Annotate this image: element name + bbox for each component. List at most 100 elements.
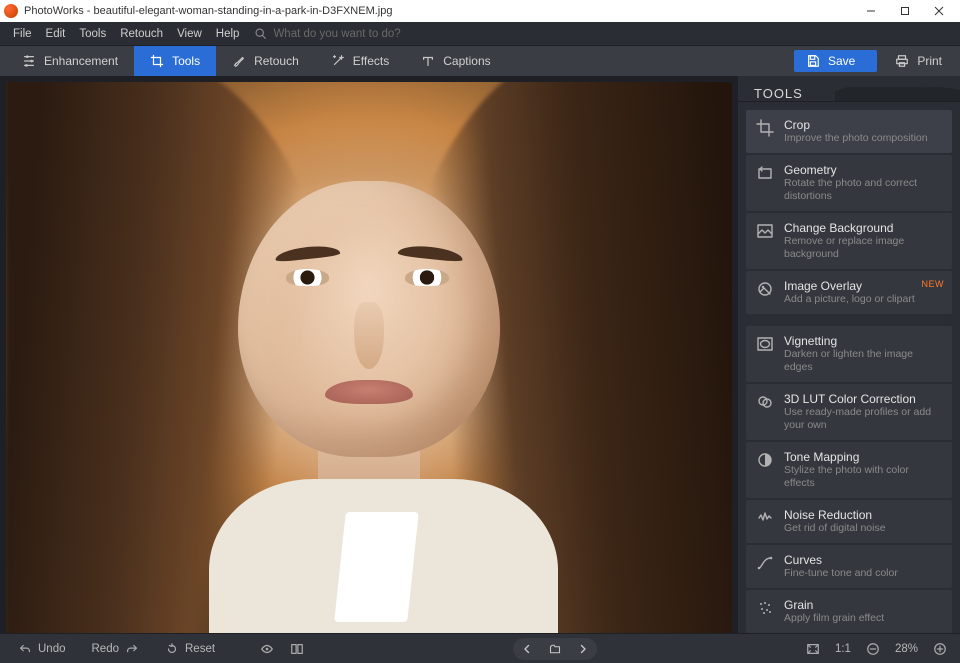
menubar: File Edit Tools Retouch View Help	[0, 22, 960, 46]
canvas-area[interactable]	[0, 76, 738, 633]
crop-icon	[150, 54, 164, 68]
reset-icon	[165, 642, 179, 656]
search-input[interactable]	[273, 28, 433, 40]
sliders-icon	[22, 54, 36, 68]
tab-captions[interactable]: Captions	[405, 46, 506, 76]
prev-image-button[interactable]	[513, 638, 541, 660]
save-button[interactable]: Save	[794, 50, 877, 72]
next-image-button[interactable]	[569, 638, 597, 660]
document-filename: beautiful-elegant-woman-standing-in-a-pa…	[94, 5, 393, 17]
print-label: Print	[917, 54, 942, 68]
app-title: PhotoWorks	[24, 5, 84, 17]
tool-image-overlay[interactable]: Image OverlayAdd a picture, logo or clip…	[746, 271, 952, 314]
noise-icon	[756, 509, 774, 527]
menu-tools[interactable]: Tools	[72, 28, 113, 40]
undo-icon	[18, 642, 32, 656]
tool-3d-lut[interactable]: 3D LUT Color CorrectionUse ready-made pr…	[746, 384, 952, 440]
tool-desc: Add a picture, logo or clipart	[784, 293, 915, 306]
tab-retouch[interactable]: Retouch	[216, 46, 315, 76]
tab-effects[interactable]: Effects	[315, 46, 405, 76]
save-icon	[806, 54, 820, 68]
title-separator: -	[84, 5, 94, 17]
reset-label: Reset	[185, 643, 215, 655]
tool-desc: Improve the photo composition	[784, 132, 928, 145]
chevron-right-icon	[578, 644, 588, 654]
tool-title: 3D LUT Color Correction	[784, 392, 942, 406]
save-label: Save	[828, 54, 855, 68]
app-logo	[4, 4, 18, 18]
tool-title: Tone Mapping	[784, 450, 942, 464]
undo-button[interactable]: Undo	[8, 639, 76, 659]
tool-tone-mapping[interactable]: Tone MappingStylize the photo with color…	[746, 442, 952, 498]
print-icon	[895, 54, 909, 68]
reset-button[interactable]: Reset	[155, 639, 225, 659]
tool-title: Image Overlay	[784, 279, 915, 293]
minus-icon	[866, 642, 880, 656]
search-icon	[254, 27, 267, 40]
zoom-ratio[interactable]: 1:1	[835, 643, 851, 655]
tool-title: Vignetting	[784, 334, 942, 348]
fit-screen-button[interactable]	[801, 638, 825, 660]
tonemap-icon	[756, 451, 774, 469]
compare-icon	[290, 642, 304, 656]
window-minimize-button[interactable]	[854, 0, 888, 22]
window-maximize-button[interactable]	[888, 0, 922, 22]
browse-folder-button[interactable]	[541, 638, 569, 660]
tool-grain[interactable]: GrainApply film grain effect	[746, 590, 952, 633]
zoom-value[interactable]: 28%	[895, 643, 918, 655]
redo-button[interactable]: Redo	[82, 639, 150, 659]
overlay-icon	[756, 280, 774, 298]
redo-icon	[125, 642, 139, 656]
tab-label: Enhancement	[44, 54, 118, 68]
menu-help[interactable]: Help	[209, 28, 247, 40]
tool-desc: Get rid of digital noise	[784, 522, 886, 535]
tool-title: Curves	[784, 553, 898, 567]
tool-desc: Rotate the photo and correct distortions	[784, 177, 942, 203]
tool-vignetting[interactable]: VignettingDarken or lighten the image ed…	[746, 326, 952, 382]
lut-icon	[756, 393, 774, 411]
tab-label: Effects	[353, 54, 389, 68]
fit-icon	[806, 642, 820, 656]
window-close-button[interactable]	[922, 0, 956, 22]
tool-title: Grain	[784, 598, 884, 612]
tool-curves[interactable]: CurvesFine-tune tone and color	[746, 545, 952, 588]
preview-toggle-button[interactable]	[255, 638, 279, 660]
tab-label: Retouch	[254, 54, 299, 68]
tool-list: CropImprove the photo composition Geomet…	[738, 102, 960, 633]
menu-file[interactable]: File	[6, 28, 39, 40]
tool-desc: Use ready-made profiles or add your own	[784, 406, 942, 432]
tool-desc: Stylize the photo with color effects	[784, 464, 942, 490]
menu-view[interactable]: View	[170, 28, 209, 40]
grain-icon	[756, 599, 774, 617]
panel-header-decoration	[835, 76, 960, 101]
redo-label: Redo	[92, 643, 120, 655]
curves-icon	[756, 554, 774, 572]
compare-button[interactable]	[285, 638, 309, 660]
brush-icon	[232, 54, 246, 68]
nav-group	[513, 638, 597, 660]
vignette-icon	[756, 335, 774, 353]
tool-desc: Remove or replace image background	[784, 235, 942, 261]
folder-icon	[549, 643, 561, 655]
tabbar: Enhancement Tools Retouch Effects Captio…	[0, 46, 960, 76]
tool-geometry[interactable]: GeometryRotate the photo and correct dis…	[746, 155, 952, 211]
tab-tools[interactable]: Tools	[134, 46, 216, 76]
menu-retouch[interactable]: Retouch	[113, 28, 170, 40]
tool-desc: Apply film grain effect	[784, 612, 884, 625]
tool-title: Crop	[784, 118, 928, 132]
tool-desc: Fine-tune tone and color	[784, 567, 898, 580]
tool-crop[interactable]: CropImprove the photo composition	[746, 110, 952, 153]
crop-icon	[756, 119, 774, 137]
zoom-in-button[interactable]	[928, 638, 952, 660]
text-icon	[421, 54, 435, 68]
titlebar: PhotoWorks - beautiful-elegant-woman-sta…	[0, 0, 960, 22]
print-button[interactable]: Print	[887, 54, 950, 68]
zoom-out-button[interactable]	[861, 638, 885, 660]
wand-icon	[331, 54, 345, 68]
tab-label: Captions	[443, 54, 490, 68]
tool-title: Change Background	[784, 221, 942, 235]
tool-change-background[interactable]: Change BackgroundRemove or replace image…	[746, 213, 952, 269]
tab-enhancement[interactable]: Enhancement	[6, 46, 134, 76]
menu-edit[interactable]: Edit	[39, 28, 73, 40]
tool-noise-reduction[interactable]: Noise ReductionGet rid of digital noise	[746, 500, 952, 543]
